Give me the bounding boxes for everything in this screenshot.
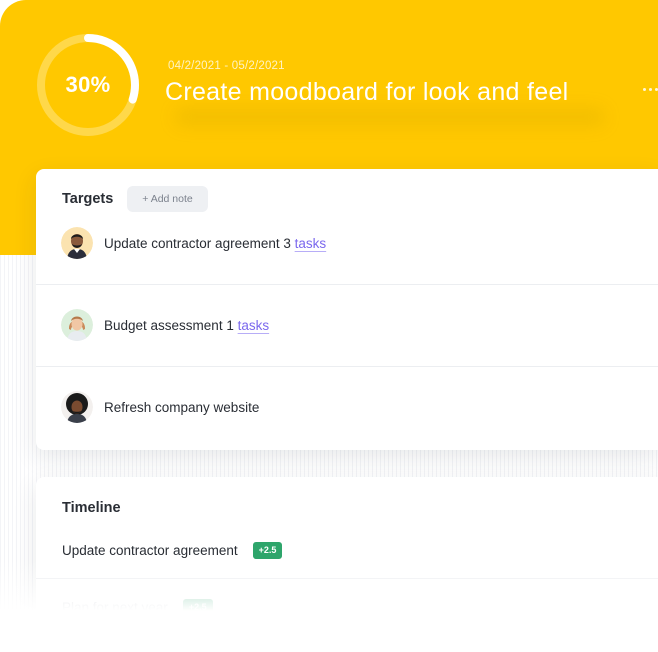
score-badge: +2.5	[182, 599, 213, 616]
target-item[interactable]: Update contractor agreement 3 tasks	[36, 202, 658, 284]
timeline-item-text: Plan for next year	[62, 600, 168, 615]
target-item-text: Refresh company website	[104, 399, 260, 415]
timeline-item[interactable]: Plan for next year +2.5	[62, 599, 213, 616]
score-badge: +2.5	[252, 542, 283, 559]
woman-avatar	[61, 309, 93, 341]
target-item-text: Update contractor agreement 3 tasks	[104, 235, 327, 251]
targets-card: Targets + Add note Update contractor agr…	[36, 169, 658, 450]
target-item[interactable]: Refresh company website	[36, 366, 658, 448]
date-range: 04/2/2021 - 05/2/2021	[168, 60, 285, 72]
page-title: Create moodboard for look and feel	[165, 78, 569, 106]
more-options-icon[interactable]	[643, 88, 658, 91]
target-item-text: Budget assessment 1 tasks	[104, 317, 270, 333]
task-count: 3	[283, 235, 291, 251]
man-avatar	[61, 227, 93, 259]
title-shadow	[175, 108, 605, 126]
target-item[interactable]: Budget assessment 1 tasks	[36, 284, 658, 366]
timeline-card: Timeline Update contractor agreement +2.…	[36, 477, 658, 652]
timeline-title: Timeline	[62, 500, 121, 516]
progress-ring: 30%	[30, 27, 146, 143]
curly-hair-avatar	[61, 391, 93, 423]
progress-percent: 30%	[65, 72, 111, 97]
divider	[36, 578, 658, 579]
tasks-link[interactable]: tasks	[295, 236, 327, 251]
timeline-item-text: Update contractor agreement	[62, 543, 238, 558]
tasks-link[interactable]: tasks	[238, 318, 270, 333]
timeline-item[interactable]: Update contractor agreement +2.5	[62, 542, 283, 559]
task-count: 1	[226, 317, 234, 333]
